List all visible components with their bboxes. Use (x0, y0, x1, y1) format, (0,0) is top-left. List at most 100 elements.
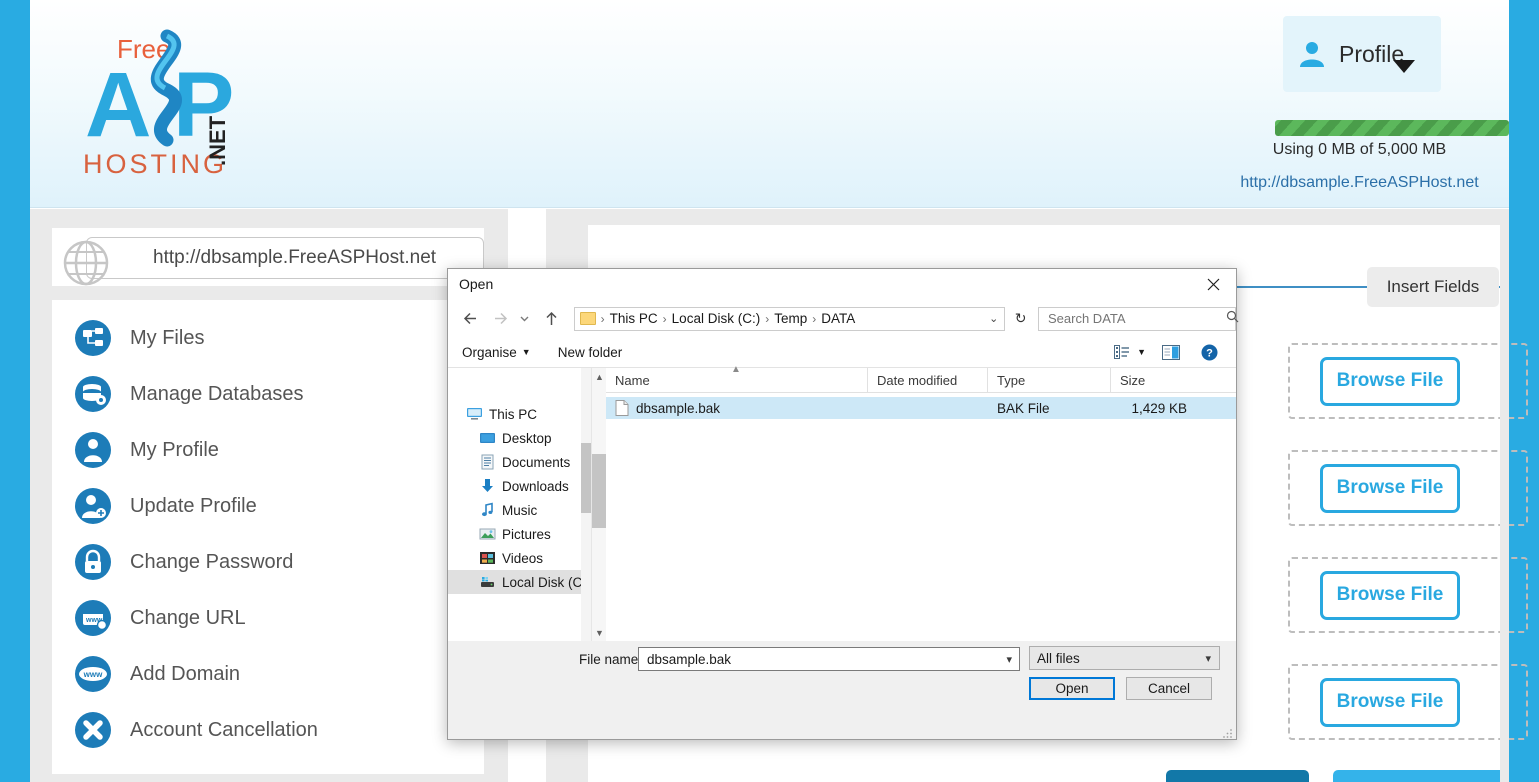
breadcrumb-item-this-pc[interactable]: This PC (610, 311, 658, 326)
file-dropzone-2[interactable]: Browse File (1288, 450, 1528, 526)
column-label: Type (997, 372, 1026, 388)
site-header: Free A P HOSTING .NET Profile Using 0 MB… (30, 0, 1509, 208)
column-header-type[interactable]: Type (988, 367, 1111, 393)
search-box[interactable] (1038, 306, 1239, 331)
filelist-scrollbar[interactable]: ▲ ▼ (591, 368, 607, 641)
url-icon: www (74, 599, 112, 637)
cancel-button[interactable]: Cancel (1126, 677, 1212, 700)
sidebar-item-change-password[interactable]: Change Password (52, 534, 484, 590)
sort-ascending-icon: ▲ (731, 363, 741, 375)
open-button[interactable]: Open (1029, 677, 1115, 700)
arrow-up-icon[interactable] (539, 306, 563, 332)
www-icon: www (74, 655, 112, 693)
search-icon (1226, 310, 1239, 328)
file-type-value: All files (1037, 650, 1080, 666)
chevron-down-icon[interactable]: ▼ (522, 347, 531, 357)
file-row[interactable]: dbsample.bak BAK File 1,429 KB (606, 397, 1236, 419)
view-list-icon[interactable] (1107, 340, 1137, 364)
help-icon[interactable]: ? (1194, 340, 1224, 364)
chevron-down-icon[interactable]: ▼ (1137, 347, 1146, 357)
column-header-size[interactable]: Size (1111, 368, 1196, 393)
tree-item-videos[interactable]: Videos (448, 546, 591, 570)
sidebar-item-my-files[interactable]: My Files (52, 310, 484, 366)
tree-item-this-pc[interactable]: This PC (448, 402, 591, 426)
close-icon[interactable] (1190, 269, 1236, 300)
browse-file-button[interactable]: Browse File (1320, 677, 1460, 727)
column-header-date-modified[interactable]: Date modified (868, 367, 988, 393)
browse-file-button[interactable]: Browse File (1320, 356, 1460, 406)
dialog-titlebar[interactable]: Open (448, 269, 1236, 300)
sidebar-item-change-url[interactable]: www Change URL (52, 590, 484, 646)
refresh-icon[interactable]: ↻ (1011, 310, 1030, 327)
new-folder-button[interactable]: New folder (558, 345, 623, 360)
tree-item-downloads[interactable]: Downloads (448, 474, 591, 498)
file-name-input[interactable] (645, 650, 1007, 668)
chevron-down-icon[interactable]: ⌄ (989, 312, 998, 325)
site-logo[interactable]: Free A P HOSTING .NET (75, 18, 305, 183)
scroll-down-icon[interactable]: ▼ (592, 624, 607, 641)
this-pc-icon (466, 406, 483, 422)
dialog-toolbar: Organise ▼ New folder ▼ ? (448, 337, 1236, 368)
breadcrumb-item-local-disk[interactable]: Local Disk (C:) (672, 311, 761, 326)
sidebar-item-update-profile[interactable]: Update Profile (52, 478, 484, 534)
sidebar-url-field[interactable]: http://dbsample.FreeASPHost.net (86, 237, 484, 279)
music-icon (479, 502, 496, 518)
breadcrumb-separator: › (600, 311, 605, 326)
navpane-scrollbar[interactable] (581, 368, 591, 641)
storage-usage-text: Using 0 MB of 5,000 MB (1272, 141, 1447, 158)
sidebar-item-manage-databases[interactable]: Manage Databases (52, 366, 484, 422)
navpane-scrollbar-thumb[interactable] (581, 443, 591, 513)
search-input[interactable] (1046, 310, 1226, 327)
chevron-down-icon[interactable] (517, 306, 534, 332)
secondary-action-button[interactable] (1333, 770, 1506, 782)
sidebar-item-my-profile[interactable]: My Profile (52, 422, 484, 478)
tree-item-pictures[interactable]: Pictures (448, 522, 591, 546)
preview-pane-icon[interactable] (1156, 340, 1186, 364)
file-type-select[interactable]: All files ▾ (1029, 646, 1220, 670)
tree-item-label: Desktop (502, 430, 552, 446)
user-icon (74, 431, 112, 469)
sidebar-item-add-domain[interactable]: www Add Domain (52, 646, 484, 702)
user-icon (1297, 39, 1327, 69)
site-url-link[interactable]: http://dbsample.FreeASPHost.net (1210, 174, 1509, 192)
breadcrumb-separator: › (662, 311, 667, 326)
sidebar-item-label: Account Cancellation (130, 718, 318, 741)
tree-item-desktop[interactable]: Desktop (448, 426, 591, 450)
scroll-up-icon[interactable]: ▲ (592, 368, 607, 385)
dialog-footer: File name: ▾ All files ▾ Open Cancel (448, 641, 1236, 739)
breadcrumb-item-data[interactable]: DATA (821, 311, 855, 326)
file-dropzone-4[interactable]: Browse File (1288, 664, 1528, 740)
navigation-pane: This PC Desktop Documents Downloads Musi… (448, 368, 591, 641)
lock-icon (74, 543, 112, 581)
file-dropzone-3[interactable]: Browse File (1288, 557, 1528, 633)
file-dropzone-1[interactable]: Browse File (1288, 343, 1528, 419)
sidebar-item-account-cancellation[interactable]: Account Cancellation (52, 702, 484, 758)
filelist-scrollbar-thumb[interactable] (592, 454, 607, 528)
file-icon (615, 400, 629, 416)
file-name-field[interactable]: ▾ (638, 647, 1020, 671)
tree-item-local-disk-c[interactable]: Local Disk (C:) (448, 570, 591, 594)
breadcrumb[interactable]: › This PC › Local Disk (C:) › Temp › DAT… (573, 306, 1006, 331)
arrow-left-icon[interactable] (458, 306, 482, 332)
chevron-down-icon[interactable]: ▾ (1006, 653, 1012, 666)
breadcrumb-separator: › (765, 311, 770, 326)
browse-file-button[interactable]: Browse File (1320, 570, 1460, 620)
file-name-label: File name: (579, 652, 643, 667)
tree-item-documents[interactable]: Documents (448, 450, 591, 474)
sidebar-item-label: Manage Databases (130, 382, 304, 405)
breadcrumb-item-temp[interactable]: Temp (774, 311, 807, 326)
tree-item-music[interactable]: Music (448, 498, 591, 522)
sidebar-item-label: My Profile (130, 438, 219, 461)
profile-button[interactable]: Profile (1283, 16, 1441, 92)
dialog-title: Open (459, 276, 494, 292)
tree-item-label: Pictures (502, 526, 551, 542)
organise-button[interactable]: Organise (462, 345, 517, 360)
browse-file-button[interactable]: Browse File (1320, 463, 1460, 513)
primary-action-button[interactable] (1166, 770, 1309, 782)
tree-item-label: Documents (502, 454, 571, 470)
chevron-down-icon[interactable] (1393, 60, 1415, 73)
insert-fields-button[interactable]: Insert Fields (1367, 267, 1499, 307)
column-header-name[interactable]: ▲ Name (606, 364, 868, 393)
pictures-icon (479, 526, 496, 542)
resize-grip[interactable] (1222, 725, 1233, 738)
